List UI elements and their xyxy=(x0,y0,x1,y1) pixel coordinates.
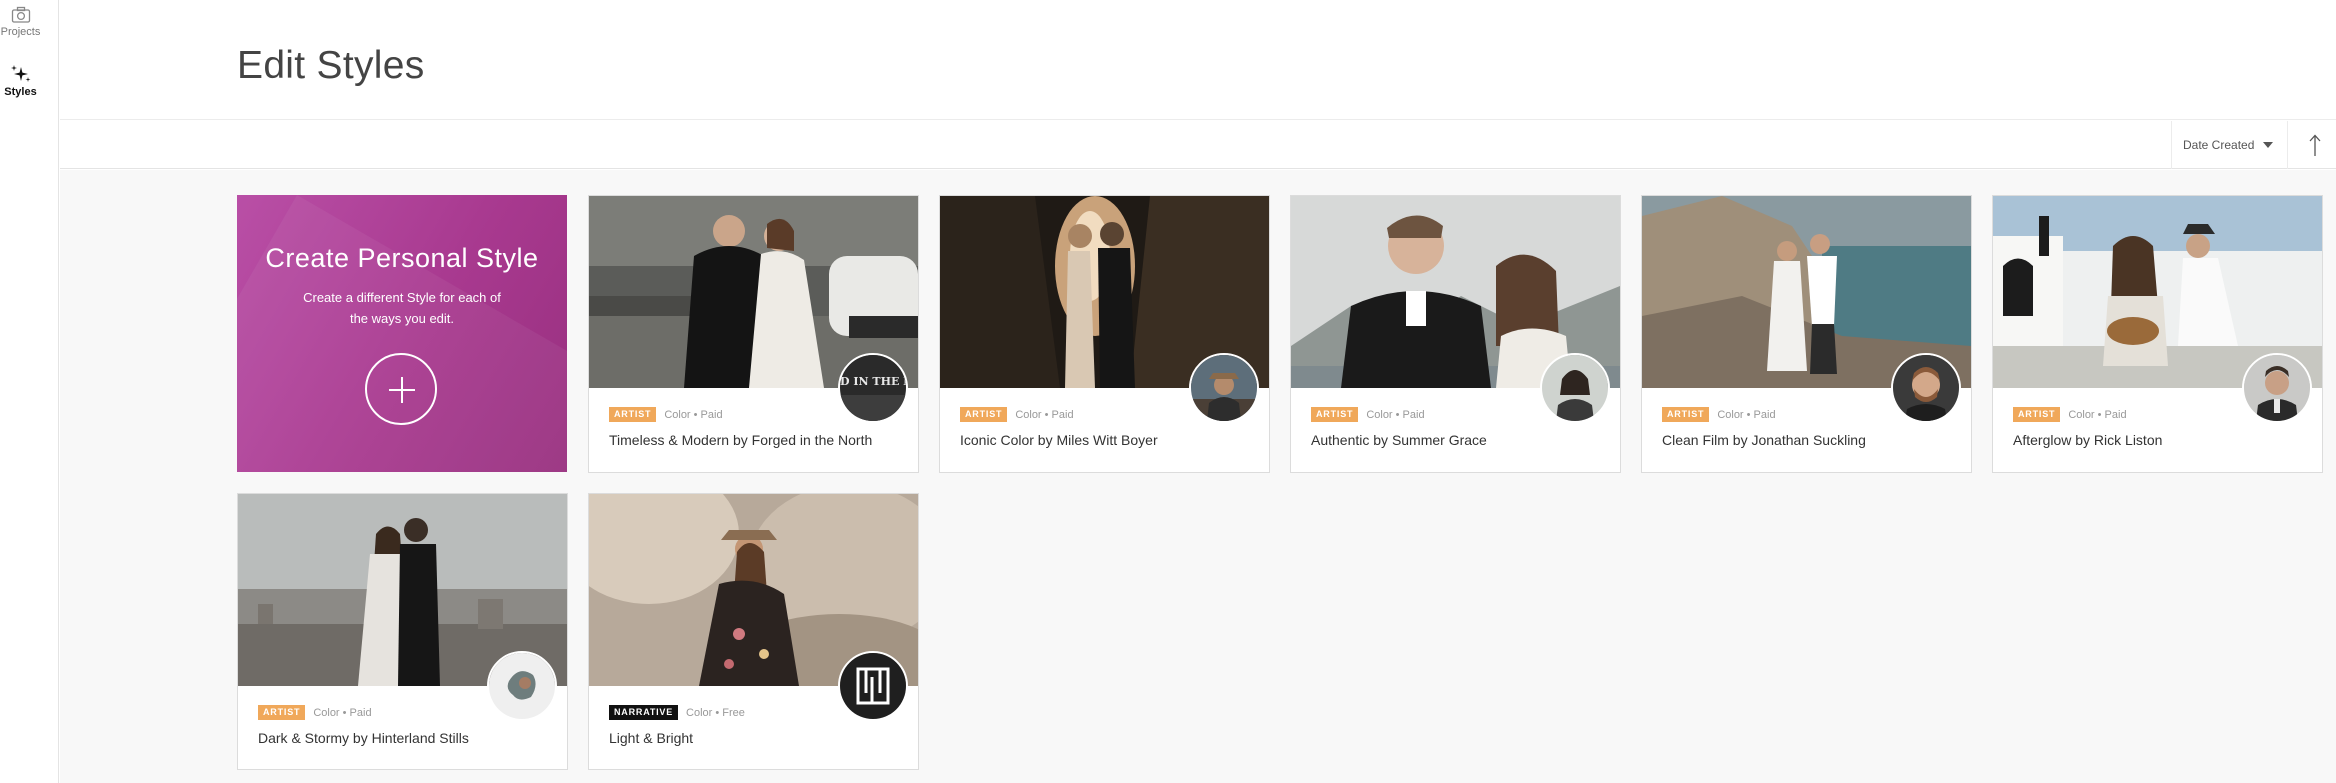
style-meta-text: Color • Paid xyxy=(1015,408,1074,421)
avatar xyxy=(1189,353,1259,423)
style-meta-text: Color • Paid xyxy=(2068,408,2127,421)
sidebar-item-label: Styles xyxy=(4,86,37,98)
avatar xyxy=(1891,353,1961,423)
style-meta: ARTIST Color • Paid xyxy=(1662,407,1776,422)
status-badge: NARRATIVE xyxy=(609,705,679,720)
sparkle-icon xyxy=(10,65,30,82)
style-title: Light & Bright xyxy=(609,730,694,746)
avatar: FORGED IN THE NORTH xyxy=(838,353,908,423)
create-style-title: Create Personal Style xyxy=(265,243,539,273)
style-meta: ARTIST Color • Paid xyxy=(258,705,372,720)
style-card[interactable]: ARTIST Color • Paid Clean Film by Jonath… xyxy=(1641,195,1972,473)
sort-dropdown[interactable]: Date Created xyxy=(2171,121,2288,169)
sidebar-item-styles[interactable]: Styles xyxy=(0,64,41,99)
style-title: Timeless & Modern by Forged in the North xyxy=(609,432,873,448)
style-card[interactable]: ARTIST Color • Paid Authentic by Summer … xyxy=(1290,195,1621,473)
style-meta-text: Color • Paid xyxy=(1366,408,1425,421)
style-meta: ARTIST Color • Paid xyxy=(2013,407,2127,422)
status-badge: ARTIST xyxy=(258,705,306,720)
style-meta-text: Color • Paid xyxy=(313,706,372,719)
avatar xyxy=(2242,353,2312,423)
status-badge: ARTIST xyxy=(960,407,1008,422)
plus-icon[interactable] xyxy=(365,353,437,425)
arrow-up-icon[interactable] xyxy=(2306,132,2324,158)
chevron-down-icon xyxy=(2263,142,2273,148)
style-title: Authentic by Summer Grace xyxy=(1311,432,1487,448)
sort-label: Date Created xyxy=(2183,138,2255,152)
style-card[interactable]: NARRATIVE Color • Free Light & Bright xyxy=(588,493,919,770)
style-title: Afterglow by Rick Liston xyxy=(2013,432,2163,448)
avatar xyxy=(487,651,557,721)
create-personal-style-card[interactable]: Create Personal Style Create a different… xyxy=(237,195,567,472)
style-meta: ARTIST Color • Paid xyxy=(1311,407,1425,422)
style-card[interactable]: ARTIST Color • Paid Iconic Color by Mile… xyxy=(939,195,1270,473)
forged-logo-text: FORGED IN THE NORTH xyxy=(840,375,906,388)
sidebar-item-label: Projects xyxy=(0,26,41,38)
sidebar-item-projects[interactable]: Projects xyxy=(0,6,41,39)
style-meta-text: Color • Paid xyxy=(664,408,723,421)
style-title: Dark & Stormy by Hinterland Stills xyxy=(258,730,469,746)
style-meta: NARRATIVE Color • Free xyxy=(609,705,745,720)
sidebar: Projects Styles xyxy=(0,0,59,783)
toolbar: Date Created xyxy=(60,121,2336,169)
style-meta: ARTIST Color • Paid xyxy=(609,407,723,422)
style-meta: ARTIST Color • Paid xyxy=(960,407,1074,422)
page-header: Edit Styles xyxy=(60,0,2336,120)
style-card[interactable]: ARTIST Color • Paid Dark & Stormy by Hin… xyxy=(237,493,568,770)
status-badge: ARTIST xyxy=(609,407,657,422)
camera-icon xyxy=(11,6,30,23)
page-title: Edit Styles xyxy=(237,44,425,87)
create-style-description: Create a different Style for each of the… xyxy=(303,290,501,326)
style-meta-text: Color • Free xyxy=(686,706,745,719)
style-title: Iconic Color by Miles Witt Boyer xyxy=(960,432,1158,448)
card-decoration xyxy=(237,195,567,472)
avatar xyxy=(1540,353,1610,423)
status-badge: ARTIST xyxy=(2013,407,2061,422)
style-card[interactable]: FORGED IN THE NORTH ARTIST Color • Paid … xyxy=(588,195,919,473)
style-card[interactable]: ARTIST Color • Paid Afterglow by Rick Li… xyxy=(1992,195,2323,473)
style-meta-text: Color • Paid xyxy=(1717,408,1776,421)
avatar xyxy=(838,651,908,721)
status-badge: ARTIST xyxy=(1311,407,1359,422)
status-badge: ARTIST xyxy=(1662,407,1710,422)
style-title: Clean Film by Jonathan Suckling xyxy=(1662,432,1866,448)
